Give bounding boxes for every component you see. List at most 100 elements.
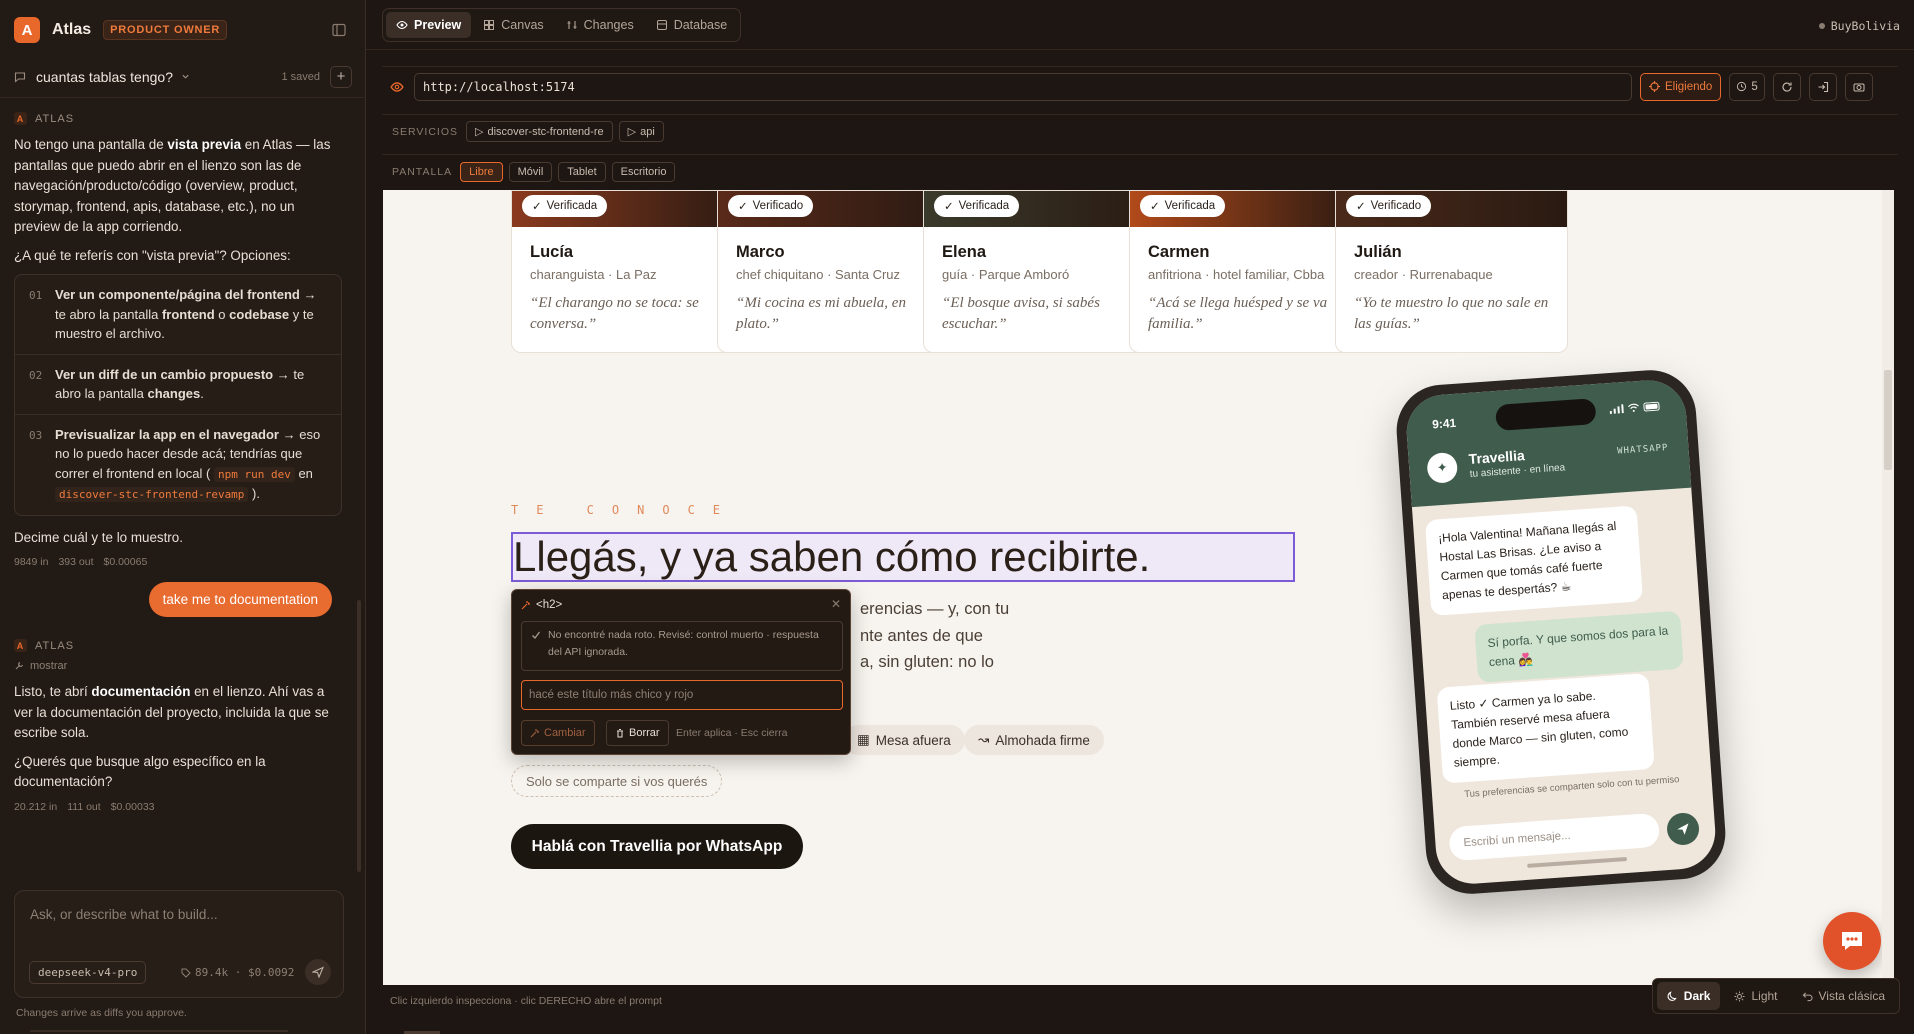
history-button[interactable]: 5 [1729, 72, 1765, 101]
check-icon: ✓ [1356, 201, 1366, 213]
collapse-sidebar-icon[interactable] [332, 23, 346, 37]
chat-scrollbar[interactable] [357, 600, 361, 872]
section-eyebrow: TE CONOCE [511, 503, 739, 517]
host-role: chef chiquitano · Santa Cruz [736, 267, 901, 282]
element-picker-button[interactable]: Eligiendo [1640, 72, 1722, 101]
external-link-icon [1817, 81, 1829, 93]
tab-canvas[interactable]: Canvas [473, 12, 553, 38]
chat-icon [1839, 929, 1865, 953]
incoming-message: Listo ✓ Carmen ya lo sabe. También reser… [1436, 673, 1655, 784]
history-icon [1736, 81, 1747, 92]
sun-icon [1734, 990, 1746, 1002]
delete-element-button[interactable]: Borrar [606, 720, 669, 746]
composer-input[interactable]: Ask, or describe what to build... [30, 907, 218, 922]
host-card[interactable]: ✓ Verificada Elena guía · Parque Amboró “El … [923, 190, 1156, 353]
outgoing-message: Sí porfa. Y que somos dos para la cena 👩… [1474, 610, 1684, 683]
diff-icon [566, 19, 578, 31]
refresh-icon [1781, 81, 1793, 93]
close-icon[interactable]: ✕ [831, 597, 841, 611]
screen-label: PANTALLA [392, 165, 453, 178]
screenshot-button[interactable] [1844, 72, 1873, 101]
service-chip-api[interactable]: ▷ api [618, 121, 664, 142]
grid-icon [483, 19, 495, 31]
host-name: Lucía [530, 243, 574, 261]
tab-changes[interactable]: Changes [556, 12, 644, 38]
option-item[interactable]: 01 Ver un componente/página del frontend… [15, 275, 341, 355]
pillow-icon: ↝ [978, 732, 990, 747]
new-conversation-button[interactable]: + [330, 65, 352, 88]
host-name: Julián [1354, 243, 1402, 261]
horizontal-scrollbar[interactable] [30, 1030, 288, 1032]
chat-thread: A ATLAS No tengo una pantalla de vista pr… [0, 100, 356, 870]
host-card[interactable]: ✓ Verificado Julián creador · Rurrenabaque “… [1335, 190, 1568, 353]
phone-mockup: 9:41 ✦ Travellia tu asistente · en línea… [1393, 367, 1729, 897]
tab-preview[interactable]: Preview [386, 12, 472, 38]
host-role: anfitriona · hotel familiar, Cbba [1148, 267, 1325, 282]
tab-database[interactable]: Database [646, 12, 738, 38]
assistant-sender: A ATLAS [14, 639, 342, 652]
host-card[interactable]: ✓ Verificada Carmen anfitriona · hotel fami… [1129, 190, 1362, 353]
send-button[interactable] [305, 959, 331, 985]
wrench-icon [14, 661, 24, 671]
project-indicator[interactable]: BuyBolivia [1818, 19, 1900, 33]
service-chip-frontend[interactable]: ▷ discover-stc-frontend-re [466, 121, 613, 142]
assistant-message-text: ¿A qué te referís con "vista previa"? Op… [14, 247, 291, 263]
screen-escritorio[interactable]: Escritorio [611, 161, 676, 182]
screen-movil[interactable]: Móvil [508, 161, 553, 182]
scrollbar-thumb[interactable] [1884, 370, 1892, 470]
element-tag: <h2> [521, 599, 562, 611]
inline-code: discover-stc-frontend-revamp [55, 487, 249, 502]
open-external-button[interactable] [1808, 72, 1837, 101]
assistant-sender: A ATLAS [14, 112, 342, 125]
inspector-popover: <h2> ✕ No encontré nada roto. Revisé: co… [511, 589, 851, 755]
host-card[interactable]: ✓ Verificada Lucía charanguista · La Paz “El… [511, 190, 744, 353]
screen-tablet[interactable]: Tablet [558, 161, 606, 182]
host-card[interactable]: ✓ Verificado Marco chef chiquitano · Santa … [717, 190, 950, 353]
chevron-down-icon [181, 72, 190, 81]
composer-footnote: Changes arrive as diffs you approve. [16, 1007, 187, 1019]
pref-chip: ↝ Almohada firme [964, 725, 1104, 755]
trash-icon [615, 728, 625, 738]
services-label: SERVICIOS [392, 125, 458, 138]
classic-view-button[interactable]: Vista clásica [1792, 982, 1895, 1010]
theme-switcher: Dark Light Vista clásica [1651, 978, 1900, 1014]
check-icon: ✓ [944, 201, 954, 213]
browser-toolbar: http://localhost:5174 Eligiendo 5 [382, 66, 1898, 106]
check-icon: ✓ [532, 201, 542, 213]
chat-fab-button[interactable] [1823, 912, 1881, 970]
play-icon: ▷ [627, 126, 637, 138]
option-item[interactable]: 03 Previsualizar la app en el navegador … [15, 415, 341, 515]
section-headline[interactable]: Llegás, y ya saben cómo recibirte. [511, 532, 1295, 582]
apply-change-button[interactable]: Cambiar [521, 720, 595, 746]
host-quote: “Acá se llega huésped y se va familia.” [1148, 295, 1328, 332]
inline-code: npm run dev [213, 466, 295, 482]
view-tabs: Preview Canvas Changes Database [382, 8, 742, 42]
host-role: creador · Rurrenabaque [1354, 267, 1493, 282]
contact-name: Travellia [1468, 447, 1526, 467]
reload-button[interactable] [1772, 72, 1801, 101]
model-selector[interactable]: deepseek-v4-pro [29, 961, 147, 984]
edit-prompt-input[interactable]: hacé este título más chico y rojo [521, 680, 843, 710]
inspection-result: No encontré nada roto. Revisé: control m… [521, 621, 843, 671]
composer[interactable]: Ask, or describe what to build... deepse… [14, 890, 344, 998]
theme-dark-button[interactable]: Dark [1656, 982, 1721, 1010]
whatsapp-cta-button[interactable]: Hablá con Travellia por WhatsApp [511, 824, 803, 869]
sidebar-header: A Atlas PRODUCT OWNER [0, 0, 366, 60]
services-row: SERVICIOS ▷ discover-stc-frontend-re ▷ api [382, 114, 1898, 148]
url-input[interactable]: http://localhost:5174 [414, 72, 1632, 101]
assistant-message-text: ¿Querés que busque algo específico en la… [14, 753, 266, 790]
send-icon [312, 966, 324, 978]
screen-libre[interactable]: Libre [460, 161, 503, 182]
tag-icon [181, 968, 191, 978]
preview-viewport[interactable]: ✓ Verificada Lucía charanguista · La Paz “El… [383, 190, 1888, 985]
wifi-icon [1627, 403, 1640, 413]
theme-light-button[interactable]: Light [1724, 982, 1787, 1010]
app-logo: A [14, 17, 40, 43]
conversation-selector[interactable]: cuantas tablas tengo? 1 saved + [0, 56, 366, 98]
role-badge: PRODUCT OWNER [103, 20, 228, 40]
option-item[interactable]: 02 Ver un diff de un cambio propuesto → … [15, 355, 341, 415]
preview-scrollbar[interactable] [1882, 190, 1894, 985]
battery-icon [1643, 401, 1662, 412]
phone-message-input: Escribí un mensaje... [1448, 812, 1661, 862]
wand-icon [521, 600, 531, 610]
